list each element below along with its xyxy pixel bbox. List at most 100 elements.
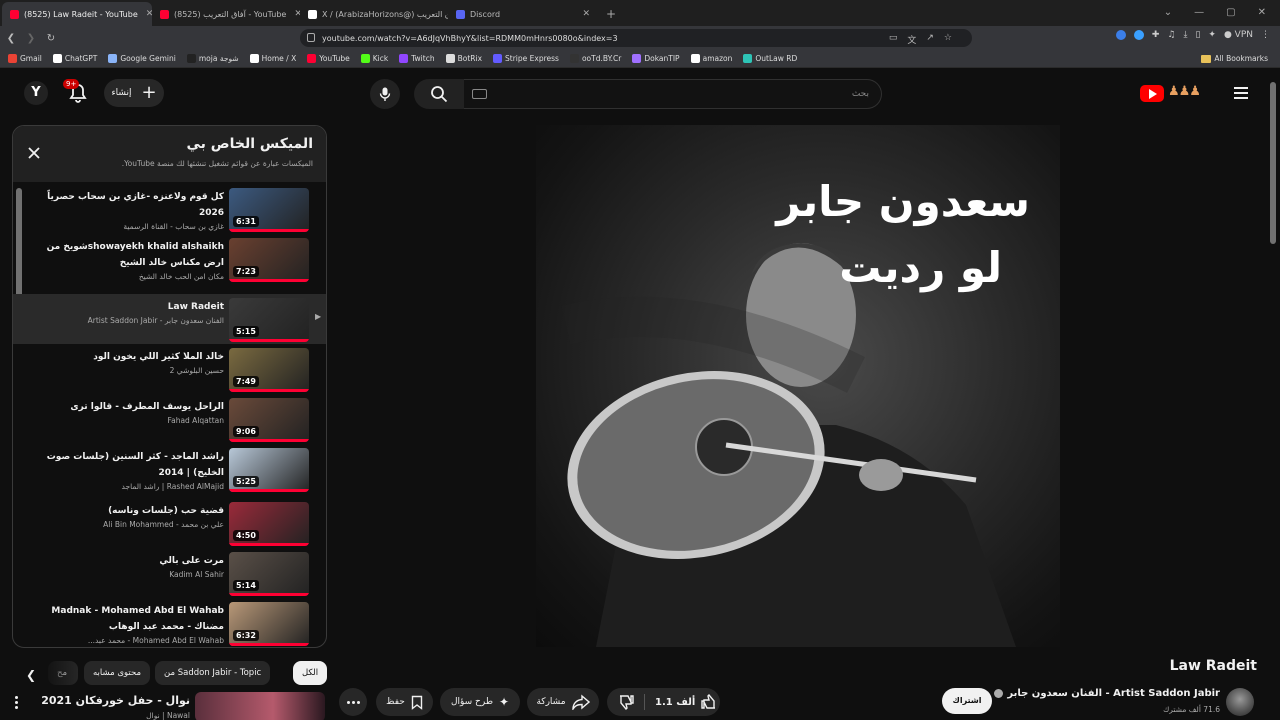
close-window-icon[interactable]: ✕ (1258, 7, 1266, 18)
more-vert-icon[interactable] (15, 696, 19, 710)
next-video-title[interactable]: نوال - حفل خورفكان 2021 (41, 694, 190, 707)
bookmark-item[interactable]: BotRix (445, 54, 482, 63)
bookmark-item[interactable]: Twitch (399, 54, 435, 63)
playlist-thumbnail[interactable]: 5:25 (229, 448, 309, 492)
site-info-icon[interactable] (307, 33, 315, 42)
share-button[interactable]: مشاركة (527, 688, 599, 716)
tab-close-icon[interactable]: ✕ (286, 9, 300, 19)
doodle-icon[interactable]: ♟♟♟ (1168, 84, 1201, 99)
playlist-item[interactable]: 7:23 showayekh khalid alshaikhشويخ من ارض… (13, 234, 326, 284)
playlist-item[interactable]: 6:32 Madnak - Mohamed Abd El Wahab مضناك … (13, 598, 326, 647)
browser-tab[interactable]: X / (ArabizaHorizons@) آفاق التعريب✕ (300, 2, 448, 26)
channel-avatar[interactable] (1226, 688, 1254, 716)
search-button[interactable] (414, 79, 464, 109)
playlist-item[interactable]: 7:49 خالد الملا كثير اللي يخون الود حسين ا… (13, 344, 326, 394)
dislike-icon[interactable] (617, 694, 635, 710)
download-icon[interactable]: ⤓ (1183, 30, 1187, 40)
menu-icon[interactable]: ⋮ (1261, 30, 1270, 40)
tab-close-icon[interactable]: ✕ (138, 9, 152, 19)
playlist-item-title[interactable]: Law Radeit (24, 299, 224, 315)
channel-name[interactable]: الفنان سعدون جابر - Artist Saddon Jabir (994, 688, 1220, 699)
ask-button[interactable]: طرح سؤال ✦ (440, 688, 520, 716)
sparkle-icon[interactable]: ✦ (1208, 30, 1216, 40)
playlist-item[interactable]: 5:25 راشد الماجد - كثر السنين (جلسات صوت … (13, 444, 326, 494)
bookmark-item[interactable]: Kick (360, 54, 388, 63)
new-tab-button[interactable]: + (598, 2, 624, 26)
bookmark-item[interactable]: amazon (690, 54, 732, 63)
guide-menu-icon[interactable] (1234, 87, 1248, 99)
bookmark-item[interactable]: Google Gemini (108, 54, 176, 63)
playlist-thumbnail[interactable]: 5:14 (229, 552, 309, 596)
vpn-icon[interactable]: ● VPN (1224, 30, 1253, 40)
back-icon[interactable]: ❮ (2, 33, 20, 44)
playlist-thumbnail[interactable]: 4:50 (229, 502, 309, 546)
more-actions-button[interactable] (339, 688, 367, 716)
playlist-item[interactable]: 4:50 قضية حب (جلسات وناسه) علي بن محمد - A… (13, 498, 326, 548)
bookmark-item[interactable]: moja شوجة (186, 54, 239, 63)
next-video-thumbnail[interactable] (195, 692, 325, 720)
subscribe-button[interactable]: اشتراك (942, 688, 992, 714)
search-input[interactable]: بحث (464, 79, 882, 109)
sidepanel-icon[interactable]: ▯ (1195, 30, 1200, 40)
playlist-thumbnail[interactable]: 9:06 (229, 398, 309, 442)
browser-tab[interactable]: Discord ✕ (448, 2, 598, 26)
bookmark-item[interactable]: ooTd.BY.Cr (569, 54, 621, 63)
playlist-thumbnail[interactable]: 7:23 (229, 238, 309, 282)
playlist-thumbnail[interactable]: 6:31 (229, 188, 309, 232)
bookmark-item[interactable]: Stripe Express (493, 54, 559, 63)
browser-tab[interactable]: (8525) Law Radeit - YouTube ✕ (2, 2, 152, 26)
playlist-thumbnail[interactable]: 5:15 (229, 298, 309, 342)
bookmark-item[interactable]: DokanTIP (632, 54, 680, 63)
next-video-row[interactable]: نوال - حفل خورفكان 2021 Nawal | نوال (0, 690, 330, 720)
translate-icon[interactable]: 文 (907, 33, 916, 46)
bookmark-icon[interactable]: ☆ (944, 33, 952, 46)
like-button[interactable]: 1.1 ألف (655, 694, 718, 710)
playlist-thumbnail[interactable]: 7:49 (229, 348, 309, 392)
playlist-item-title[interactable]: راشد الماجد - كثر السنين (جلسات صوت الخل… (24, 449, 224, 481)
create-button[interactable]: إنشاء + (104, 79, 164, 107)
account-avatar[interactable]: Y (24, 81, 48, 105)
bookmark-item[interactable]: ChatGPT (52, 54, 97, 63)
bookmark-item[interactable]: YouTube (307, 54, 350, 63)
playlist-item-title[interactable]: كل قوم ولاعنزه -غازي بن سحاب حصرياً 2026 (24, 189, 224, 221)
all-bookmarks-folder[interactable]: All Bookmarks (1201, 54, 1268, 63)
forward-icon[interactable]: ❯ (22, 33, 40, 44)
cast-icon[interactable]: ▭ (889, 33, 898, 46)
tab-search-icon[interactable]: ⌄ (1164, 7, 1172, 18)
bookmark-item[interactable]: Gmail (8, 54, 42, 63)
video-player[interactable]: سعدون جابر لو رديت (536, 125, 1060, 647)
chip-all[interactable]: الكل (293, 661, 328, 685)
playlist-item-title[interactable]: قضية حب (جلسات وناسه) (24, 503, 224, 519)
extension-icon[interactable] (1115, 30, 1126, 40)
chevron-left-icon[interactable]: ❮ (26, 668, 36, 682)
minimize-icon[interactable]: — (1194, 7, 1204, 18)
voice-search-button[interactable] (370, 79, 400, 109)
close-icon[interactable] (27, 146, 41, 160)
youtube-logo[interactable] (1140, 85, 1164, 102)
notifications-button[interactable]: 9+ (63, 79, 90, 106)
chip-similar[interactable]: محتوى مشابه (84, 661, 150, 685)
browser-tab[interactable]: (8525) آفاق التعريب - YouTube ✕ (152, 2, 300, 26)
playlist-item-title[interactable]: showayekh khalid alshaikhشويخ من ارض مكن… (24, 239, 224, 271)
bookmark-item[interactable]: OutLaw RD (743, 54, 797, 63)
page-scrollbar[interactable] (1270, 82, 1276, 244)
playlist-item[interactable]: 6:31 كل قوم ولاعنزه -غازي بن سحاب حصرياً … (13, 184, 326, 234)
playlist-item[interactable]: 5:14 مرت على بالي Kadim Al Sahir (13, 548, 326, 598)
save-button[interactable]: حفظ (376, 688, 433, 716)
share-page-icon[interactable]: ↗ (926, 33, 934, 46)
extension-icon[interactable] (1133, 30, 1144, 40)
tab-close-icon[interactable]: ✕ (574, 9, 590, 19)
bookmark-item[interactable]: Home / X (249, 54, 296, 63)
keyboard-icon[interactable] (472, 89, 487, 99)
playlist-item[interactable]: 5:15 Law Radeit الفنان سعدون جابر - Artist… (13, 294, 326, 344)
address-bar[interactable]: youtube.com/watch?v=A6dJqVhBhyY&list=RDM… (300, 29, 972, 47)
playlist-thumbnail[interactable]: 6:32 (229, 602, 309, 646)
playlist-item-title[interactable]: Madnak - Mohamed Abd El Wahab مضناك - مح… (24, 603, 224, 635)
playlist-item-title[interactable]: الراحل يوسف المطرف - قالوا ترى (24, 399, 224, 415)
chip-from-channel[interactable]: من Saddon Jabir - Topic (155, 661, 271, 685)
channel-name-text[interactable]: الفنان سعدون جابر - Artist Saddon Jabir (1007, 688, 1220, 699)
reload-icon[interactable]: ↻ (42, 33, 60, 44)
next-video-channel[interactable]: Nawal | نوال (146, 711, 190, 720)
playlist-item-title[interactable]: خالد الملا كثير اللي يخون الود (24, 349, 224, 365)
maximize-icon[interactable]: ▢ (1226, 7, 1235, 18)
